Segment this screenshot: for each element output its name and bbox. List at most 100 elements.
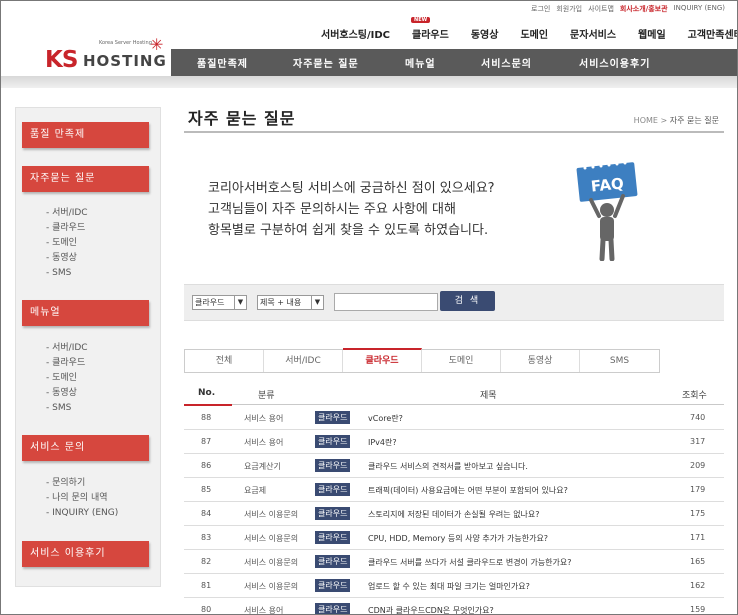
nav-domain[interactable]: 도메인 bbox=[520, 26, 548, 41]
row-category: 서비스 이용문의 bbox=[244, 534, 299, 543]
sidebar-manual-cloud[interactable]: - 클라우드 bbox=[46, 356, 85, 371]
search-input[interactable] bbox=[334, 293, 438, 311]
tab-domain[interactable]: 도메인 bbox=[422, 350, 501, 372]
sidebar-faq[interactable]: 자주묻는 질문 bbox=[22, 166, 149, 192]
nav-webmail[interactable]: 웹메일 bbox=[638, 26, 666, 41]
sidebar-manual[interactable]: 메뉴얼 bbox=[22, 300, 149, 326]
row-views: 740 bbox=[690, 413, 706, 422]
company-link[interactable]: 회사소개/홍보관 bbox=[620, 4, 668, 14]
new-badge: NEW bbox=[411, 17, 431, 23]
row-badge: 클라우드 bbox=[315, 579, 351, 592]
title-divider bbox=[184, 131, 724, 133]
table-row[interactable]: 81 서비스 이용문의 클라우드 업로드 할 수 있는 최대 파일 크기는 얼마… bbox=[184, 574, 724, 598]
row-views: 165 bbox=[690, 557, 706, 566]
table-row[interactable]: 88 서비스 용어 클라우드 vCore란? 740 bbox=[184, 406, 724, 430]
row-badge: 클라우드 bbox=[315, 603, 351, 614]
sidebar-quality[interactable]: 품질 만족제 bbox=[22, 122, 149, 148]
row-views: 171 bbox=[690, 533, 706, 542]
header-no: No. bbox=[198, 388, 216, 398]
nav-cloud[interactable]: NEW 클라우드 bbox=[411, 17, 449, 41]
tab-video[interactable]: 동영상 bbox=[501, 350, 580, 372]
mainnav-quality[interactable]: 품질만족제 bbox=[197, 55, 248, 70]
row-title[interactable]: 업로드 할 수 있는 최대 파일 크기는 얼마인가요? bbox=[368, 581, 530, 592]
sidebar-faq-sms[interactable]: - SMS bbox=[46, 266, 71, 281]
sidebar: 품질 만족제 자주묻는 질문 - 서버/IDC - 클라우드 - 도메인 - 동… bbox=[15, 107, 161, 587]
logo[interactable]: KS HOSTING Korea Server Hosting ✳ bbox=[45, 35, 166, 73]
row-title[interactable]: 클라우드 서버를 쓰다가 서설 클라우드로 변경이 가능한가요? bbox=[368, 557, 572, 568]
category-select[interactable]: 클라우드 ▼ bbox=[192, 295, 247, 310]
nav-customer-center[interactable]: 고객만족센터 bbox=[688, 26, 737, 41]
sidebar-faq-server[interactable]: - 서버/IDC bbox=[46, 206, 88, 221]
sidebar-reviews[interactable]: 서비스 이용후기 bbox=[22, 541, 149, 567]
breadcrumb-home[interactable]: HOME bbox=[634, 116, 658, 125]
login-link[interactable]: 로그인 bbox=[531, 4, 550, 14]
table-header: No. 분류 제목 조회수 bbox=[184, 385, 724, 406]
logo-tagline: Korea Server Hosting bbox=[99, 40, 152, 46]
table-row[interactable]: 80 서비스 용어 클라우드 CDN과 클라우드CDN은 무엇인가요? 159 bbox=[184, 598, 724, 614]
row-category: 서비스 이용문의 bbox=[244, 510, 299, 519]
sidebar-faq-cloud[interactable]: - 클라우드 bbox=[46, 221, 85, 236]
row-title[interactable]: 스토리지에 저장된 데이터가 손실될 우려는 없나요? bbox=[368, 509, 540, 520]
nav-cloud-label: 클라우드 bbox=[412, 30, 449, 41]
search-button[interactable]: 검 색 bbox=[440, 291, 495, 311]
breadcrumb-sep: > bbox=[660, 116, 668, 125]
row-no: 84 bbox=[201, 509, 212, 518]
tab-server[interactable]: 서버/IDC bbox=[264, 350, 343, 372]
sidebar-inquiry[interactable]: 서비스 문의 bbox=[22, 435, 149, 461]
faq-sign-text: FAQ bbox=[590, 174, 625, 195]
sidebar-manual-domain[interactable]: - 도메인 bbox=[46, 371, 77, 386]
table-row[interactable]: 85 요금제 클라우드 트래픽(데이터) 사용요금에는 어떤 부분이 포함되어 … bbox=[184, 478, 724, 502]
sidebar-inquiry-ask[interactable]: - 문의하기 bbox=[46, 476, 85, 491]
row-badge: 클라우드 bbox=[315, 411, 351, 424]
row-category: 요금제 bbox=[244, 486, 267, 495]
table-row[interactable]: 86 요금계산기 클라우드 클라우드 서비스의 견적서를 받아보고 싶습니다. … bbox=[184, 454, 724, 478]
mainnav-inquiry[interactable]: 서비스문의 bbox=[481, 55, 532, 70]
sidebar-inquiry-history[interactable]: - 나의 문의 내역 bbox=[46, 491, 108, 506]
row-no: 83 bbox=[201, 533, 212, 542]
nav-sms[interactable]: 문자서비스 bbox=[570, 26, 616, 41]
sidebar-faq-video[interactable]: - 동영상 bbox=[46, 251, 77, 266]
mainnav-manual[interactable]: 메뉴얼 bbox=[405, 55, 436, 70]
row-title[interactable]: CDN과 클라우드CDN은 무엇인가요? bbox=[368, 605, 494, 614]
row-title[interactable]: vCore란? bbox=[368, 413, 403, 424]
mainnav-faq[interactable]: 자주묻는 질문 bbox=[293, 55, 359, 70]
table-row[interactable]: 82 서비스 이용문의 클라우드 클라우드 서버를 쓰다가 서설 클라우드로 변… bbox=[184, 550, 724, 574]
nav-video[interactable]: 동영상 bbox=[471, 26, 499, 41]
row-category: 서비스 이용문의 bbox=[244, 582, 299, 591]
sidebar-inquiry-eng[interactable]: - INQUIRY (ENG) bbox=[46, 506, 118, 521]
page-frame: 로그인 회원가입 사이트맵 회사소개/홍보관 INQUIRY (ENG) KS … bbox=[0, 0, 738, 615]
table-row[interactable]: 83 서비스 이용문의 클라우드 CPU, HDD, Memory 등의 사양 … bbox=[184, 526, 724, 550]
inquiry-eng-link[interactable]: INQUIRY (ENG) bbox=[674, 4, 725, 14]
row-no: 85 bbox=[201, 485, 212, 494]
row-category: 서비스 이용문의 bbox=[244, 558, 299, 567]
signup-link[interactable]: 회원가입 bbox=[556, 4, 582, 14]
sidebar-faq-domain[interactable]: - 도메인 bbox=[46, 236, 77, 251]
field-select-value: 제목 + 내용 bbox=[260, 298, 302, 307]
row-title[interactable]: IPv4란? bbox=[368, 437, 397, 448]
page-title: 자주 묻는 질문 bbox=[188, 109, 296, 128]
row-no: 82 bbox=[201, 557, 212, 566]
row-title[interactable]: CPU, HDD, Memory 등의 사양 추가가 가능한가요? bbox=[368, 533, 548, 544]
field-select[interactable]: 제목 + 내용 ▼ bbox=[257, 295, 324, 310]
nav-server-hosting[interactable]: 서버호스팅/IDC bbox=[321, 26, 390, 41]
row-badge: 클라우드 bbox=[315, 507, 351, 520]
logo-ks: KS bbox=[45, 47, 78, 73]
tab-all[interactable]: 전체 bbox=[185, 350, 264, 372]
row-badge: 클라우드 bbox=[315, 483, 351, 496]
table-row[interactable]: 87 서비스 용어 클라우드 IPv4란? 317 bbox=[184, 430, 724, 454]
tab-cloud[interactable]: 클라우드 bbox=[343, 348, 422, 372]
category-select-value: 클라우드 bbox=[195, 298, 225, 307]
row-title[interactable]: 트래픽(데이터) 사용요금에는 어떤 부분이 포함되어 있나요? bbox=[368, 485, 568, 496]
sidebar-manual-server[interactable]: - 서버/IDC bbox=[46, 341, 88, 356]
row-badge: 클라우드 bbox=[315, 459, 351, 472]
sidebar-manual-sms[interactable]: - SMS bbox=[46, 401, 71, 416]
row-views: 162 bbox=[690, 581, 706, 590]
tab-sms[interactable]: SMS bbox=[580, 350, 659, 372]
mainnav-reviews[interactable]: 서비스이용후기 bbox=[579, 55, 650, 70]
row-views: 317 bbox=[690, 437, 706, 446]
intro-line-1: 코리아서버호스팅 서비스에 궁금하신 점이 있으세요? bbox=[208, 181, 495, 196]
sitemap-link[interactable]: 사이트맵 bbox=[588, 4, 614, 14]
sidebar-manual-video[interactable]: - 동영상 bbox=[46, 386, 77, 401]
row-title[interactable]: 클라우드 서비스의 견적서를 받아보고 싶습니다. bbox=[368, 461, 528, 472]
table-row[interactable]: 84 서비스 이용문의 클라우드 스토리지에 저장된 데이터가 손실될 우려는 … bbox=[184, 502, 724, 526]
